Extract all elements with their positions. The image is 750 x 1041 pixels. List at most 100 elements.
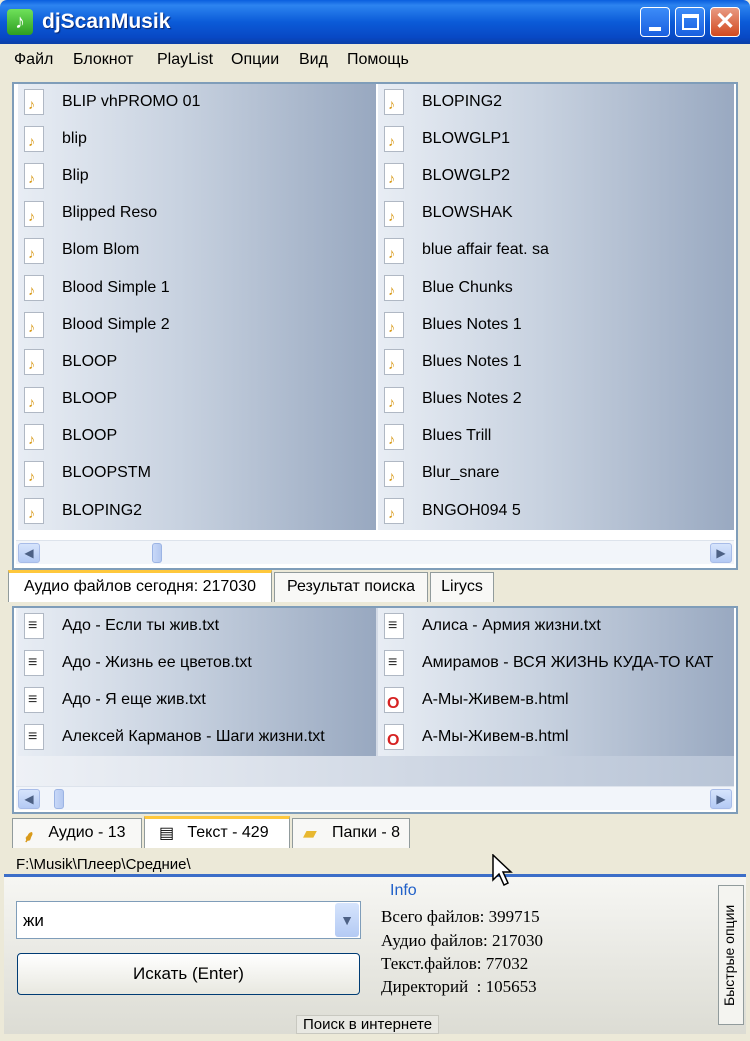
list-item[interactable]: ♪ Blipped Reso <box>18 195 376 233</box>
list-item[interactable]: ♪ BLOWGLP2 <box>378 158 734 196</box>
list-item[interactable]: ♪ BLOOPSTM <box>18 455 376 494</box>
menu-notepad[interactable]: Блокнот <box>73 51 133 69</box>
icon-mark: ♪ <box>28 467 35 484</box>
tab-audio[interactable]: ⸙ Аудио - 13 <box>12 818 142 848</box>
file-name: blue affair feat. sa <box>422 241 549 259</box>
list-item[interactable]: ≡ Амирамов - ВСЯ ЖИЗНЬ КУДА-ТО КАТ <box>378 645 734 682</box>
list-item[interactable]: ≡ Адо - Я еще жив.txt <box>18 682 376 719</box>
text-file-list: ≡ Адо - Если ты жив.txt ≡ Адо - Жизнь ее цв… <box>12 606 738 814</box>
audio-file-icon: ♪ <box>24 274 44 301</box>
list-item[interactable]: ♪ Blues Notes 1 <box>378 307 734 345</box>
icon-mark: ≡ <box>388 654 397 671</box>
list-item[interactable]: ≡ Адо - Жизнь ее цветов.txt <box>18 645 376 682</box>
minimize-icon <box>649 27 661 31</box>
menu-view[interactable]: Вид <box>299 51 328 69</box>
list-item[interactable]: ≡ Алексей Карманов - Шаги жизни.txt <box>18 719 376 756</box>
file-name: BLOWGLP1 <box>422 129 511 147</box>
list-item[interactable]: ♪ Blood Simple 2 <box>18 307 376 345</box>
chevron-down-icon[interactable]: ▼ <box>335 903 359 937</box>
list-item[interactable]: ♪ Blue Chunks <box>378 269 734 308</box>
list-item[interactable]: ♪ BNGOH094 5 <box>378 493 734 531</box>
menu-file[interactable]: Файл <box>14 51 53 69</box>
list-item[interactable]: ♪ Blom Blom <box>18 232 376 270</box>
icon-mark: ≡ <box>388 617 397 634</box>
tab-search-results[interactable]: Результат поиска <box>274 572 428 602</box>
scroll-left-button[interactable]: ◀ <box>18 789 40 809</box>
tab-audio-label: Аудио - 13 <box>48 824 126 841</box>
audio-list-right-column: ♪ BLOPING2 ♪ BLOWGLP1 ♪ BLOWGLP2 ♪ BLOWSHAK ♪ blu… <box>378 84 734 531</box>
file-name: Blipped Reso <box>62 204 158 222</box>
list-item[interactable]: ♪ Blues Notes 1 <box>378 344 734 382</box>
list-item[interactable]: ♪ blue affair feat. sa <box>378 232 734 270</box>
audio-file-icon: ♪ <box>24 312 44 339</box>
text-list-left-column: ≡ Адо - Если ты жив.txt ≡ Адо - Жизнь ее цв… <box>18 608 376 756</box>
list-item[interactable]: ♪ blip <box>18 121 376 159</box>
audio-file-icon: ♪ <box>24 200 44 227</box>
window-title: djScanMusik <box>42 10 171 33</box>
web-search-tab[interactable]: Поиск в интернете <box>296 1015 440 1034</box>
list-item[interactable]: ♪ BLOPING2 <box>378 84 734 122</box>
search-button[interactable]: Искать (Enter) <box>17 953 360 995</box>
list-item[interactable]: ≡ Адо - Если ты жив.txt <box>18 608 376 645</box>
list-item[interactable]: ♪ Blur_snare <box>378 455 734 494</box>
title-bar[interactable]: ♪ djScanMusik ✕ <box>0 0 750 44</box>
list-item[interactable]: ♪ BLOWGLP1 <box>378 121 734 159</box>
minimize-button[interactable] <box>640 7 670 37</box>
scroll-thumb[interactable] <box>152 543 162 563</box>
audio-file-icon: ♪ <box>384 349 404 376</box>
maximize-button[interactable] <box>675 7 705 37</box>
scroll-left-button[interactable]: ◀ <box>18 543 40 563</box>
icon-mark: ♪ <box>388 207 395 224</box>
search-combobox[interactable]: жи ▼ <box>16 901 361 939</box>
menu-playlist[interactable]: PlayList <box>157 51 213 69</box>
list-item[interactable]: ♪ BLOPING2 <box>18 493 376 531</box>
menu-options[interactable]: Опции <box>231 51 279 69</box>
list-item[interactable]: ♪ Blues Trill <box>378 418 734 456</box>
list-item[interactable]: ♪ BLOOP <box>18 344 376 382</box>
file-name: BLOPING2 <box>62 501 143 519</box>
tab-lyrics[interactable]: Lirycs <box>430 572 494 602</box>
list-item[interactable]: ♪ BLOOP <box>18 418 376 456</box>
close-button[interactable]: ✕ <box>710 7 740 37</box>
scroll-thumb[interactable] <box>54 789 64 809</box>
scroll-right-button[interactable]: ▶ <box>710 789 732 809</box>
info-total-files: Всего файлов: 399715 <box>381 907 540 926</box>
file-name: Blues Notes 1 <box>422 315 522 333</box>
tab-audio-today[interactable]: Аудио файлов сегодня: 217030 <box>8 570 272 602</box>
close-icon: ✕ <box>714 8 736 35</box>
audio-list-left-column: ♪ BLIP vhPROMO 01 ♪ blip ♪ Blip ♪ Blipped Reso ♪… <box>18 84 376 531</box>
icon-mark: ♪ <box>28 393 35 410</box>
file-name: Blur_snare <box>422 464 500 482</box>
audio-file-icon: ♪ <box>384 163 404 190</box>
icon-mark: ♪ <box>388 356 395 373</box>
info-title: Info <box>390 882 417 899</box>
text-file-icon: ≡ <box>24 724 44 750</box>
list-item[interactable]: ♪ Blip <box>18 158 376 196</box>
quick-options-tab[interactable]: Быстрые опции <box>718 885 744 1025</box>
music-note-icon: ♪ <box>7 9 33 35</box>
file-name: А-Мы-Живем-в.html <box>422 727 569 745</box>
text-list-scrollbar[interactable]: ◀ ▶ <box>16 786 734 810</box>
scroll-right-button[interactable]: ▶ <box>710 543 732 563</box>
search-input[interactable]: жи <box>23 911 44 931</box>
list-item[interactable]: ♪ BLOWSHAK <box>378 195 734 233</box>
list-item[interactable]: ≡ Алиса - Армия жизни.txt <box>378 608 734 645</box>
audio-list-scrollbar[interactable]: ◀ ▶ <box>16 540 734 564</box>
tab-text[interactable]: ▤ Текст - 429 <box>144 816 290 848</box>
file-name: BLOOP <box>62 352 118 370</box>
list-item[interactable]: O А-Мы-Живем-в.html <box>378 682 734 719</box>
audio-file-icon: ♪ <box>24 89 44 115</box>
list-item[interactable]: ♪ Blood Simple 1 <box>18 269 376 308</box>
list-item[interactable]: ♪ BLOOP <box>18 381 376 419</box>
tab-text-label: Текст - 429 <box>187 824 269 841</box>
icon-mark: ≡ <box>28 691 37 708</box>
tab-folders[interactable]: ▰ Папки - 8 <box>292 818 410 848</box>
list-item[interactable]: ♪ BLIP vhPROMO 01 <box>18 84 376 122</box>
menu-help[interactable]: Помощь <box>347 51 409 69</box>
icon-mark: ♪ <box>28 430 35 447</box>
file-name: BLOOP <box>62 427 118 445</box>
list-item[interactable]: O А-Мы-Живем-в.html <box>378 719 734 756</box>
file-name: BLOPING2 <box>422 92 503 110</box>
folder-icon: ▰ <box>303 823 317 843</box>
list-item[interactable]: ♪ Blues Notes 2 <box>378 381 734 419</box>
